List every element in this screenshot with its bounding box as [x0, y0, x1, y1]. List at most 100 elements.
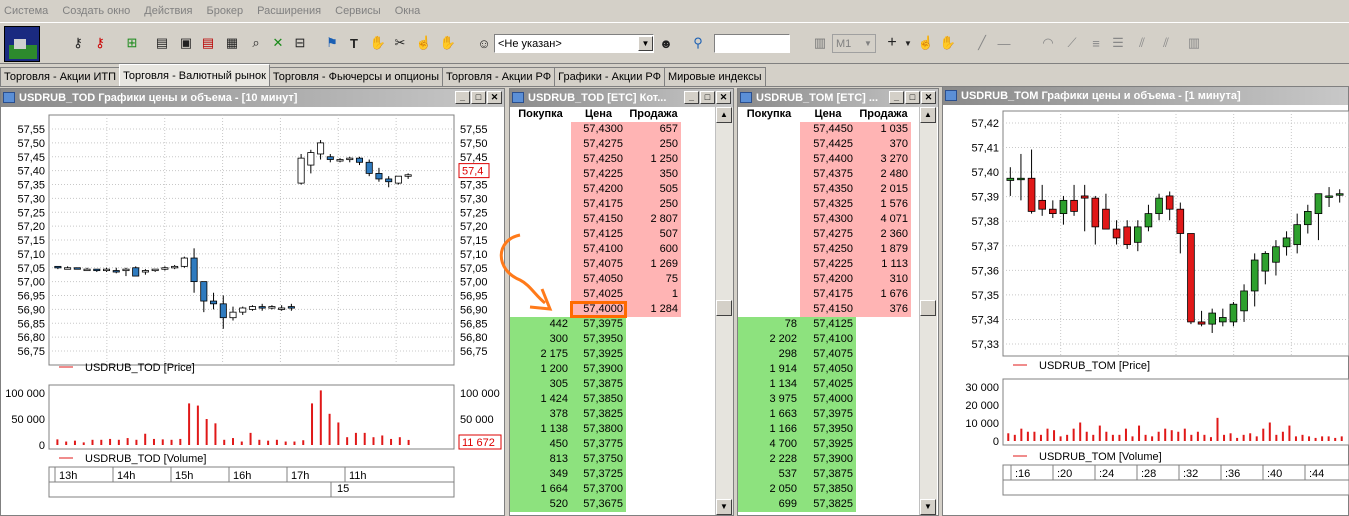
- horizontal-line-icon[interactable]: —: [994, 33, 1014, 53]
- ask-price[interactable]: 57,4275: [571, 137, 626, 152]
- indicator-icon[interactable]: ▥: [1184, 33, 1204, 53]
- orderbook-header-1[interactable]: Цена: [571, 107, 626, 122]
- bid-volume[interactable]: 1 424: [510, 392, 571, 407]
- maximize-button[interactable]: □: [700, 91, 715, 104]
- hand-icon[interactable]: ✋: [368, 33, 388, 53]
- ask-volume[interactable]: 1 269: [626, 257, 681, 272]
- chevron-down-icon[interactable]: ▼: [638, 36, 653, 51]
- bid-volume[interactable]: 3 975: [738, 392, 800, 407]
- arc-tool-icon[interactable]: ◠: [1038, 33, 1058, 53]
- bid-volume[interactable]: 1 134: [738, 377, 800, 392]
- ask-price[interactable]: 57,4175: [800, 287, 856, 302]
- account-select[interactable]: <Не указан> ▼: [494, 34, 654, 53]
- ask-volume[interactable]: 657: [626, 122, 681, 137]
- bid-price[interactable]: 57,4125: [800, 317, 856, 332]
- ask-price[interactable]: 57,4300: [800, 212, 856, 227]
- bid-price[interactable]: 57,3900: [571, 362, 626, 377]
- ask-volume[interactable]: 250: [626, 197, 681, 212]
- tod-orderbook-titlebar[interactable]: USDRUB_TOD [ETC] Кот... _ □ ✕: [510, 89, 733, 107]
- bid-volume[interactable]: 1 914: [738, 362, 800, 377]
- bid-price[interactable]: 57,3975: [800, 407, 856, 422]
- bid-volume[interactable]: 537: [738, 467, 800, 482]
- bid-volume[interactable]: 378: [510, 407, 571, 422]
- ask-volume[interactable]: 600: [626, 242, 681, 257]
- new-window-icon[interactable]: ⊞: [122, 33, 142, 53]
- ask-volume[interactable]: 250: [626, 137, 681, 152]
- ask-price[interactable]: 57,4300: [571, 122, 626, 137]
- pan-hand-icon[interactable]: ✋: [938, 33, 958, 53]
- user-icon[interactable]: ☺: [474, 33, 494, 53]
- bid-volume[interactable]: 2 175: [510, 347, 571, 362]
- text-tool-icon[interactable]: T: [344, 33, 364, 53]
- ask-price[interactable]: 57,4375: [800, 167, 856, 182]
- bid-price[interactable]: 57,3825: [571, 407, 626, 422]
- bid-price[interactable]: 57,3900: [800, 452, 856, 467]
- ask-volume[interactable]: 2 360: [856, 227, 911, 242]
- stop-hand-icon[interactable]: ✋: [438, 33, 458, 53]
- list-icon[interactable]: ▤: [198, 33, 218, 53]
- bid-price[interactable]: 57,3750: [571, 452, 626, 467]
- bid-volume[interactable]: 2 202: [738, 332, 800, 347]
- bid-volume[interactable]: 813: [510, 452, 571, 467]
- bid-price[interactable]: 57,3850: [571, 392, 626, 407]
- ask-volume[interactable]: 507: [626, 227, 681, 242]
- bar-chart-icon[interactable]: ▥: [810, 33, 830, 53]
- bid-price[interactable]: 57,3675: [571, 497, 626, 512]
- maximize-button[interactable]: □: [905, 91, 920, 104]
- filter-icon[interactable]: ⊟: [290, 33, 310, 53]
- bid-volume[interactable]: 4 700: [738, 437, 800, 452]
- ask-price[interactable]: 57,4275: [800, 227, 856, 242]
- bid-volume[interactable]: 300: [510, 332, 571, 347]
- menu-item-extensions[interactable]: Расширения: [257, 5, 321, 17]
- menu-item-windows[interactable]: Окна: [395, 5, 421, 17]
- ask-volume[interactable]: 1 676: [856, 287, 911, 302]
- scroll-thumb[interactable]: [920, 300, 936, 316]
- ask-volume[interactable]: 350: [626, 167, 681, 182]
- minimize-button[interactable]: _: [889, 91, 904, 104]
- ask-volume[interactable]: 1 576: [856, 197, 911, 212]
- bid-price[interactable]: 57,4025: [800, 377, 856, 392]
- small-dropdown-icon[interactable]: ▼: [898, 33, 918, 53]
- ask-volume[interactable]: 370: [856, 137, 911, 152]
- delete-table-icon[interactable]: ✕: [268, 33, 288, 53]
- bid-volume[interactable]: 78: [738, 317, 800, 332]
- bid-volume[interactable]: 442: [510, 317, 571, 332]
- close-button[interactable]: ✕: [921, 91, 936, 104]
- bid-price[interactable]: 57,4075: [800, 347, 856, 362]
- orderbook-header-0[interactable]: Покупка: [738, 107, 800, 122]
- line-tool-icon[interactable]: ╱: [972, 33, 992, 53]
- bid-price[interactable]: 57,3800: [571, 422, 626, 437]
- cut-icon[interactable]: ✂: [390, 33, 410, 53]
- ask-volume[interactable]: 505: [626, 182, 681, 197]
- bid-volume[interactable]: 305: [510, 377, 571, 392]
- ask-volume[interactable]: 1 035: [856, 122, 911, 137]
- ask-price[interactable]: 57,4175: [571, 197, 626, 212]
- bid-price[interactable]: 57,3875: [800, 467, 856, 482]
- bid-volume[interactable]: 1 663: [738, 407, 800, 422]
- orderbook-header-2[interactable]: Продажа: [626, 107, 681, 122]
- chart-window-icon[interactable]: ▣: [176, 33, 196, 53]
- portfolio-icon[interactable]: ▦: [222, 33, 242, 53]
- bid-price[interactable]: 57,3950: [571, 332, 626, 347]
- bid-price[interactable]: 57,3825: [800, 497, 856, 512]
- maximize-button[interactable]: □: [471, 91, 486, 104]
- menu-item-services[interactable]: Сервисы: [335, 5, 381, 17]
- bid-price[interactable]: 57,3925: [800, 437, 856, 452]
- scroll-down-icon[interactable]: ▼: [716, 499, 732, 515]
- bid-volume[interactable]: 2 228: [738, 452, 800, 467]
- scroll-up-icon[interactable]: ▲: [920, 107, 936, 123]
- ask-price[interactable]: 57,4150: [800, 302, 856, 317]
- ask-volume[interactable]: 2 015: [856, 182, 911, 197]
- bid-volume[interactable]: 1 200: [510, 362, 571, 377]
- ask-volume[interactable]: 3 270: [856, 152, 911, 167]
- ask-price[interactable]: 57,4325: [800, 197, 856, 212]
- ask-price[interactable]: 57,4400: [800, 152, 856, 167]
- bid-volume[interactable]: 2 050: [738, 482, 800, 497]
- tod-chart-titlebar[interactable]: USDRUB_TOD Графики цены и объема - [10 м…: [1, 89, 504, 107]
- ask-price[interactable]: 57,4250: [571, 152, 626, 167]
- ask-volume[interactable]: 2 807: [626, 212, 681, 227]
- hand-pointer-icon[interactable]: ☝: [916, 33, 936, 53]
- bid-volume[interactable]: 1 664: [510, 482, 571, 497]
- ask-price[interactable]: 57,4225: [800, 257, 856, 272]
- fibonacci-fan-icon[interactable]: ≡: [1086, 33, 1106, 53]
